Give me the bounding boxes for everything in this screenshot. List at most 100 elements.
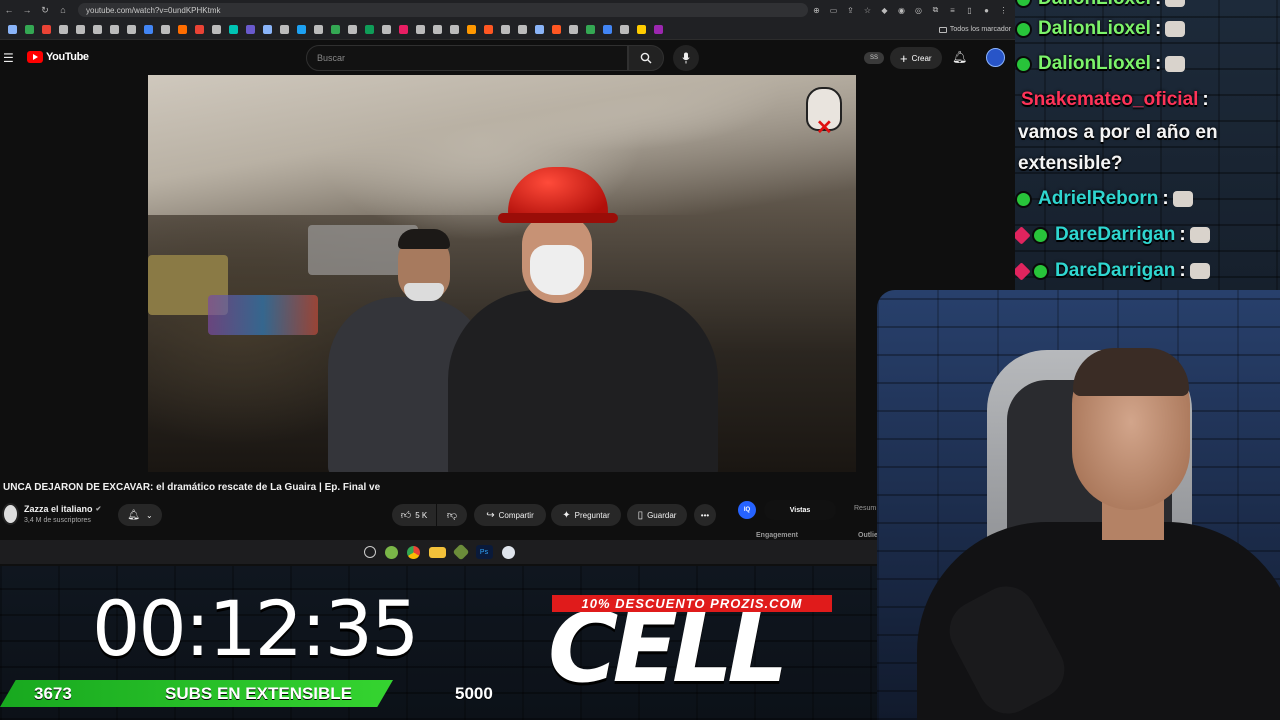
bookmark-favicon[interactable] <box>399 25 408 34</box>
bookmark-favicon[interactable] <box>569 25 578 34</box>
home-icon[interactable]: ⌂ <box>54 5 72 15</box>
bookmark-star-icon[interactable]: ☆ <box>859 6 876 15</box>
extension-icon[interactable]: ◆ <box>876 6 893 15</box>
reload-icon[interactable]: ↻ <box>36 5 54 16</box>
bookmark-favicon[interactable] <box>297 25 306 34</box>
bookmark-favicon[interactable] <box>93 25 102 34</box>
bookmark-favicon[interactable] <box>8 25 17 34</box>
ai-app-icon[interactable] <box>363 546 376 558</box>
media-icon[interactable]: ≡ <box>944 6 961 15</box>
photoshop-icon[interactable]: Ps <box>475 545 493 559</box>
channel-name[interactable]: Zazza el italiano ✔ <box>24 504 101 514</box>
bookmark-favicon[interactable] <box>450 25 459 34</box>
url-field[interactable]: youtube.com/watch?v=0undKPHKtmk <box>78 3 808 17</box>
dislike-button[interactable]: 👎︎ <box>437 504 467 526</box>
youtube-logo[interactable]: YouTube <box>27 51 89 63</box>
bookmark-favicon[interactable] <box>501 25 510 34</box>
bookmark-favicon[interactable] <box>535 25 544 34</box>
bookmark-favicon[interactable] <box>382 25 391 34</box>
bookmark-favicon[interactable] <box>603 25 612 34</box>
bookmark-favicon[interactable] <box>110 25 119 34</box>
tab-vistas[interactable]: Vistas <box>764 500 836 520</box>
bookmark-favicon[interactable] <box>552 25 561 34</box>
bookmark-favicon[interactable] <box>348 25 357 34</box>
back-icon[interactable]: ← <box>0 5 18 15</box>
file-explorer-icon[interactable] <box>428 546 446 558</box>
sidebar-icon[interactable]: ▯ <box>961 6 978 15</box>
minecraft-icon[interactable] <box>452 543 469 561</box>
hamburger-menu-icon[interactable]: ☰ <box>3 51 14 65</box>
chat-username[interactable]: Snakemateo_oficial <box>1021 89 1198 111</box>
bookmark-favicon[interactable] <box>654 25 663 34</box>
thumbs-down-icon: 👎︎ <box>446 510 458 521</box>
subscription-notifications-button[interactable]: 🔔︎ ⌄ <box>118 504 162 526</box>
all-bookmarks-button[interactable]: Todos los marcador <box>938 26 1011 33</box>
cat-emote-icon <box>1172 191 1193 207</box>
search-input[interactable] <box>317 53 627 63</box>
ss-extension-badge[interactable]: SS <box>864 52 884 64</box>
save-button[interactable]: ▯ Guardar <box>627 504 687 526</box>
tab-resumen[interactable]: Resum <box>854 505 876 512</box>
ask-button[interactable]: ✦ Preguntar <box>551 504 621 526</box>
bookmark-favicon[interactable] <box>484 25 493 34</box>
xbox-app-icon[interactable] <box>384 545 398 559</box>
share-page-icon[interactable]: ⇪ <box>842 6 859 15</box>
bookmark-favicon[interactable] <box>263 25 272 34</box>
cat-emote-icon <box>1165 21 1186 37</box>
chat-username[interactable]: DareDarrigan <box>1055 260 1175 282</box>
bookmark-favicon[interactable] <box>229 25 238 34</box>
iq-logo-icon[interactable]: IQ <box>738 501 756 519</box>
bookmark-favicon[interactable] <box>59 25 68 34</box>
extension-icon[interactable]: ◉ <box>893 6 910 15</box>
bookmark-favicon[interactable] <box>42 25 51 34</box>
share-button[interactable]: ↪ Compartir <box>474 504 546 526</box>
chat-separator: : <box>1155 0 1161 10</box>
notifications-bell-icon[interactable]: 🔔︎ <box>952 50 967 64</box>
youtube-header: ☰ YouTube SS + Crear 🔔︎ <box>0 41 1015 75</box>
forward-icon[interactable]: → <box>18 5 36 15</box>
bookmark-favicon[interactable] <box>195 25 204 34</box>
chrome-icon[interactable] <box>406 545 420 559</box>
chat-username[interactable]: DalionLioxel <box>1038 0 1151 10</box>
bookmark-favicon[interactable] <box>433 25 442 34</box>
bookmark-favicon[interactable] <box>25 25 34 34</box>
extensions-puzzle-icon[interactable]: ⧉ <box>927 5 944 15</box>
bookmark-favicon[interactable] <box>246 25 255 34</box>
bookmark-favicon[interactable] <box>416 25 425 34</box>
chat-username[interactable]: DalionLioxel <box>1038 18 1151 40</box>
app-icon[interactable] <box>501 545 515 559</box>
bookmark-favicon[interactable] <box>586 25 595 34</box>
zoom-icon[interactable]: ⊕ <box>808 6 825 15</box>
bookmark-favicon[interactable] <box>620 25 629 34</box>
bookmark-favicon[interactable] <box>212 25 221 34</box>
bookmark-favicon[interactable] <box>314 25 323 34</box>
browser-menu-icon[interactable]: ⋮ <box>995 6 1012 15</box>
bookmark-favicon[interactable] <box>331 25 340 34</box>
bookmark-favicon[interactable] <box>467 25 476 34</box>
chat-separator: : <box>1202 89 1209 110</box>
like-button[interactable]: 👍︎ 5 K <box>392 504 436 526</box>
extension-icon[interactable]: ◎ <box>910 6 927 15</box>
bookmark-favicon[interactable] <box>144 25 153 34</box>
create-button[interactable]: + Crear <box>890 47 942 69</box>
bookmark-favicon[interactable] <box>161 25 170 34</box>
bookmark-favicon[interactable] <box>637 25 646 34</box>
bookmark-favicon[interactable] <box>127 25 136 34</box>
channel-avatar[interactable] <box>2 503 19 525</box>
bookmark-favicon[interactable] <box>178 25 187 34</box>
bookmark-favicon[interactable] <box>518 25 527 34</box>
bookmark-favicon[interactable] <box>280 25 289 34</box>
account-avatar[interactable] <box>986 48 1005 67</box>
chat-username[interactable]: DareDarrigan <box>1055 224 1175 246</box>
voice-search-button[interactable] <box>673 45 699 71</box>
more-actions-button[interactable]: ••• <box>694 504 716 526</box>
search-button[interactable] <box>628 45 664 71</box>
chat-separator: : <box>1154 53 1162 74</box>
profile-icon[interactable]: ● <box>978 6 995 15</box>
video-player[interactable]: ✕ <box>148 75 856 472</box>
bookmark-favicon[interactable] <box>365 25 374 34</box>
bookmark-favicon[interactable] <box>76 25 85 34</box>
install-icon[interactable]: ▭ <box>825 6 842 15</box>
chat-username[interactable]: AdrielReborn <box>1038 188 1158 210</box>
chat-username[interactable]: DalionLioxel <box>1038 53 1151 75</box>
